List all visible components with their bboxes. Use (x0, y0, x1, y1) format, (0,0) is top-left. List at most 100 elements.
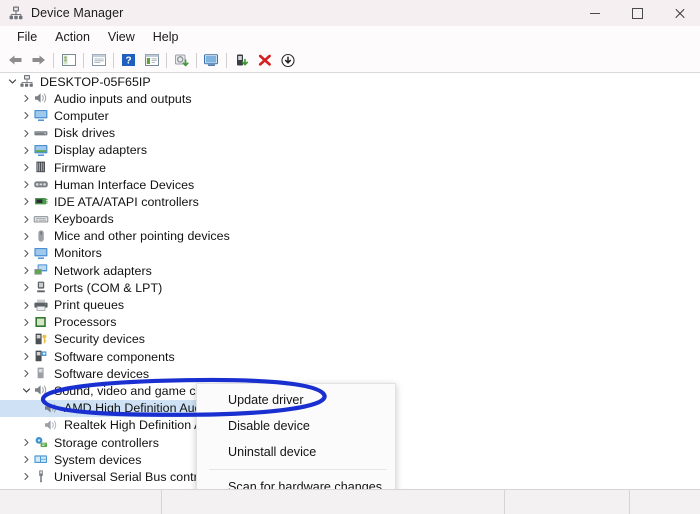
disk-drive-icon (33, 126, 50, 141)
monitor-icon (33, 246, 50, 261)
speaker-icon (33, 91, 50, 106)
status-bar-separator (504, 490, 505, 514)
tree-item-label: Processors (54, 315, 117, 330)
port-icon (33, 280, 50, 295)
tree-item-monitors[interactable]: Monitors (0, 245, 700, 262)
context-menu-separator (209, 469, 387, 470)
tree-item-label: Monitors (54, 246, 102, 261)
menu-help[interactable]: Help (144, 30, 188, 44)
chevron-right-icon[interactable] (20, 111, 33, 120)
maximize-button[interactable] (616, 0, 658, 26)
toolbar-separator (83, 52, 84, 68)
context-menu-item-update-driver[interactable]: Update driver (197, 387, 395, 413)
tree-item-audio-inputs-and-outputs[interactable]: Audio inputs and outputs (0, 90, 700, 107)
device-manager-icon (8, 5, 24, 21)
tree-item-label: Keyboards (54, 212, 114, 227)
storage-controller-icon (33, 435, 50, 450)
hid-icon (33, 177, 50, 192)
chevron-right-icon[interactable] (20, 301, 33, 310)
software-device-icon (33, 366, 50, 381)
chevron-right-icon[interactable] (20, 352, 33, 361)
context-menu-item-disable-device[interactable]: Disable device (197, 413, 395, 439)
toolbar-separator (113, 52, 114, 68)
context-menu[interactable]: Update driver Disable device Uninstall d… (196, 383, 396, 491)
chevron-right-icon[interactable] (20, 197, 33, 206)
tree-item-security-devices[interactable]: Security devices (0, 331, 700, 348)
update-driver-icon[interactable] (170, 49, 193, 71)
tree-item-label: Storage controllers (54, 435, 159, 450)
toolbar-separator (53, 52, 54, 68)
system-device-icon (33, 452, 50, 467)
chevron-right-icon[interactable] (20, 369, 33, 378)
chevron-right-icon[interactable] (20, 455, 33, 464)
minimize-button[interactable] (574, 0, 616, 26)
computer-root-icon (19, 74, 36, 89)
back-arrow-icon[interactable] (4, 49, 27, 71)
status-bar-separator (629, 490, 630, 514)
svg-text:?: ? (125, 55, 131, 66)
menu-action[interactable]: Action (46, 30, 99, 44)
chevron-right-icon[interactable] (20, 283, 33, 292)
device-tree[interactable]: DESKTOP-05F65IP Audio inputs and outputs (0, 73, 700, 491)
disable-device-icon[interactable] (276, 49, 299, 71)
software-component-icon (33, 349, 50, 364)
tree-root-label: DESKTOP-05F65IP (40, 74, 151, 89)
forward-arrow-icon[interactable] (27, 49, 50, 71)
tree-item-display-adapters[interactable]: Display adapters (0, 142, 700, 159)
menu-bar: File Action View Help (0, 26, 700, 48)
chevron-right-icon[interactable] (20, 438, 33, 447)
tree-item-software-components[interactable]: Software components (0, 348, 700, 365)
tree-item-processors[interactable]: Processors (0, 314, 700, 331)
monitor-icon (33, 108, 50, 123)
show-hide-console-tree-icon[interactable] (57, 49, 80, 71)
tree-item-ports-com-and-lpt[interactable]: Ports (COM & LPT) (0, 279, 700, 296)
properties-icon[interactable] (87, 49, 110, 71)
tree-item-firmware[interactable]: Firmware (0, 159, 700, 176)
close-button[interactable] (658, 0, 700, 26)
scan-hardware-changes-icon[interactable] (200, 49, 223, 71)
tree-root-item[interactable]: DESKTOP-05F65IP (0, 73, 700, 90)
chevron-right-icon[interactable] (20, 266, 33, 275)
enable-device-icon[interactable] (230, 49, 253, 71)
context-menu-item-uninstall-device[interactable]: Uninstall device (197, 439, 395, 465)
chevron-right-icon[interactable] (20, 472, 33, 481)
tree-item-label: Print queues (54, 298, 125, 313)
chevron-down-icon[interactable] (20, 386, 33, 395)
toolbar-separator (226, 52, 227, 68)
tree-item-keyboards[interactable]: Keyboards (0, 211, 700, 228)
printer-icon (33, 298, 50, 313)
chevron-right-icon[interactable] (20, 215, 33, 224)
window-controls (574, 0, 700, 26)
tree-item-computer[interactable]: Computer (0, 107, 700, 124)
uninstall-device-icon[interactable] (253, 49, 276, 71)
menu-file[interactable]: File (8, 30, 46, 44)
speaker-icon (43, 401, 60, 416)
view-icon[interactable] (140, 49, 163, 71)
menu-view[interactable]: View (99, 30, 144, 44)
chevron-right-icon[interactable] (20, 129, 33, 138)
chevron-right-icon[interactable] (20, 180, 33, 189)
chevron-right-icon[interactable] (20, 146, 33, 155)
toolbar-separator (166, 52, 167, 68)
tree-item-label: Audio inputs and outputs (54, 91, 192, 106)
chevron-right-icon[interactable] (20, 94, 33, 103)
tree-item-print-queues[interactable]: Print queues (0, 296, 700, 313)
tree-item-disk-drives[interactable]: Disk drives (0, 125, 700, 142)
tree-item-label: Network adapters (54, 263, 152, 278)
chevron-right-icon[interactable] (20, 335, 33, 344)
tree-item-label: IDE ATA/ATAPI controllers (54, 194, 199, 209)
tree-item-ide-ata-atapi-controllers[interactable]: IDE ATA/ATAPI controllers (0, 193, 700, 210)
chevron-right-icon[interactable] (20, 232, 33, 241)
chevron-right-icon[interactable] (20, 249, 33, 258)
tree-item-human-interface-devices[interactable]: Human Interface Devices (0, 176, 700, 193)
chevron-right-icon[interactable] (20, 163, 33, 172)
chevron-down-icon[interactable] (6, 77, 19, 86)
security-device-icon (33, 332, 50, 347)
help-icon[interactable]: ? (117, 49, 140, 71)
tree-item-software-devices[interactable]: Software devices (0, 365, 700, 382)
tree-item-network-adapters[interactable]: Network adapters (0, 262, 700, 279)
tree-item-label: Security devices (54, 332, 146, 347)
network-adapter-icon (33, 263, 50, 278)
chevron-right-icon[interactable] (20, 318, 33, 327)
tree-item-mice-and-other-pointing-devices[interactable]: Mice and other pointing devices (0, 228, 700, 245)
